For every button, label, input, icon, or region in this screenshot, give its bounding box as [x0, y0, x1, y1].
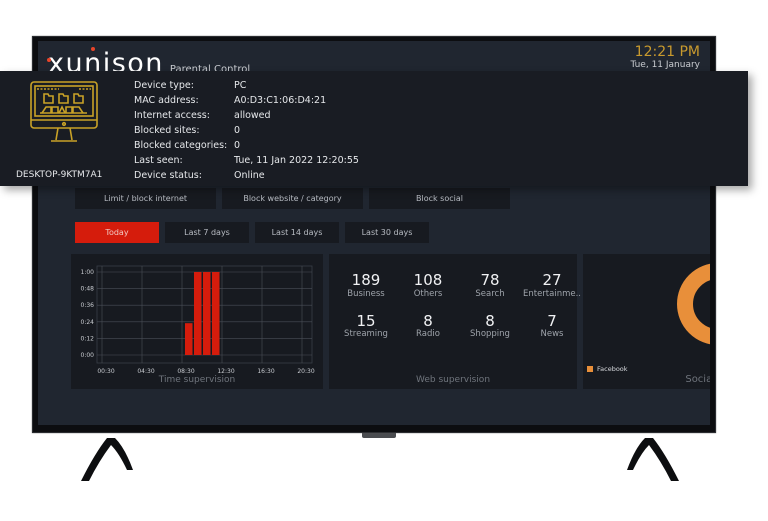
y-tick-label: 0:24	[81, 319, 95, 326]
social-panel: Facebook Social	[583, 254, 710, 389]
web-stat-item: 8 Radio	[397, 311, 459, 339]
info-value: allowed	[234, 110, 271, 121]
time-bar	[203, 272, 211, 355]
info-value: PC	[234, 80, 247, 91]
x-tick-label: 08:30	[177, 368, 194, 375]
desktop-computer-icon	[30, 81, 98, 142]
web-stat-label: News	[540, 329, 564, 339]
tab-last-14-days[interactable]: Last 14 days	[255, 222, 339, 243]
web-stat-label: Business	[347, 288, 385, 299]
y-tick-label: 0:00	[81, 352, 95, 359]
device-name: DESKTOP-9KTM7A1	[16, 170, 103, 180]
info-value: A0:D3:C1:06:D4:21	[234, 95, 327, 106]
info-label: Blocked categories:	[134, 140, 228, 151]
info-value: Online	[234, 170, 265, 181]
web-stat-label: Streaming	[344, 329, 388, 339]
tv-leg-left	[81, 438, 133, 481]
social-donut-chart	[677, 263, 710, 345]
limit-block-internet-button[interactable]: Limit / block internet	[75, 188, 216, 209]
info-label: Device status:	[134, 170, 202, 181]
web-stat-label: Shopping	[470, 329, 510, 339]
x-tick-label: 00:30	[97, 368, 114, 375]
block-website-category-button[interactable]: Block website / category	[222, 188, 363, 209]
block-social-button[interactable]: Block social	[369, 188, 510, 209]
y-tick-label: 0:48	[81, 286, 95, 293]
x-tick-label: 12:30	[217, 368, 234, 375]
web-stat-value: 7	[547, 311, 557, 330]
info-value: Tue, 11 Jan 2022 12:20:55	[234, 155, 359, 166]
web-stat-item: 8 Shopping	[459, 311, 521, 339]
web-stat-item: 108 Others	[397, 272, 459, 299]
web-stats-grid: 189 Business 108 Others 78 Search 27 Entertainm…	[335, 272, 583, 339]
web-stat-value: 8	[485, 311, 495, 330]
clock-time: 12:21 PM	[634, 44, 700, 60]
info-label: Last seen:	[134, 155, 183, 166]
time-bar	[185, 323, 193, 355]
x-tick-label: 04:30	[137, 368, 154, 375]
web-stat-label: Others	[413, 288, 443, 299]
brand-dot-icon	[91, 47, 95, 51]
info-label: Blocked sites:	[134, 125, 200, 136]
clock-date: Tue, 11 January	[630, 60, 700, 71]
web-stat-value: 189	[351, 271, 381, 289]
legend-label-facebook: Facebook	[597, 365, 628, 373]
web-stat-value: 27	[542, 271, 562, 289]
stage: xunison Parental Control 12:21 PM Tue, 1…	[0, 0, 768, 521]
device-info-popup: DESKTOP-9KTM7A1 Device type: PC MAC addres…	[0, 71, 748, 186]
web-stat-value: 78	[480, 271, 500, 289]
time-bar	[212, 272, 220, 355]
tab-today[interactable]: Today	[75, 222, 159, 243]
web-stat-item: 15 Streaming	[335, 311, 397, 339]
web-supervision-panel: 189 Business 108 Others 78 Search 27 Entertainm…	[329, 254, 581, 389]
web-stat-label: Search	[475, 288, 505, 299]
web-supervision-caption: Web supervision	[415, 375, 491, 385]
tv-stand-center	[362, 433, 396, 438]
web-stat-value: 8	[423, 311, 433, 330]
y-tick-label: 0:12	[81, 335, 95, 342]
legend-swatch-facebook	[587, 366, 593, 372]
info-label: Device type:	[134, 80, 194, 91]
info-value: 0	[234, 125, 241, 136]
web-stat-item: 78 Search	[459, 272, 521, 299]
info-label: MAC address:	[134, 95, 199, 106]
donut-slice-facebook	[677, 263, 710, 345]
info-value: 0	[234, 140, 241, 151]
clock: 12:21 PM Tue, 11 January	[630, 44, 700, 71]
web-stat-item: 27 Entertainme..	[521, 272, 583, 299]
x-tick-label: 20:30	[297, 368, 314, 375]
tv-leg-right	[627, 438, 679, 481]
tab-last-7-days[interactable]: Last 7 days	[165, 222, 249, 243]
info-label: Internet access:	[134, 110, 210, 121]
social-legend: Facebook	[587, 365, 628, 373]
x-tick-label: 16:30	[257, 368, 274, 375]
web-stat-label: Radio	[416, 329, 440, 339]
y-tick-label: 0:36	[81, 302, 95, 309]
web-stat-item: 7 News	[521, 311, 583, 339]
web-stat-value: 108	[413, 271, 443, 289]
web-stat-item: 189 Business	[335, 272, 397, 299]
web-stat-value: 15	[356, 311, 376, 330]
time-supervision-chart: 0:00 0:12 0:24 0:36 0:48 1:00 00:30 04:30 08:30 1…	[81, 265, 315, 375]
device-info-list: Device type: PC MAC address: A0:D3:C1:06:D4…	[134, 79, 394, 183]
tab-last-30-days[interactable]: Last 30 days	[345, 222, 429, 243]
time-supervision-panel: 0:00 0:12 0:24 0:36 0:48 1:00 00:30 04:30 08:30 1…	[71, 254, 323, 389]
brand-dot-icon	[47, 58, 51, 62]
web-stat-label: Entertainme..	[522, 288, 582, 299]
time-bar	[194, 272, 202, 355]
y-tick-label: 1:00	[81, 269, 95, 276]
range-tabs: Today Last 7 days Last 14 days Last 30 d…	[75, 222, 429, 243]
action-buttons: Limit / block internet Block website / c…	[75, 188, 510, 209]
time-supervision-caption: Time supervision	[158, 375, 236, 385]
social-caption: Social	[685, 374, 710, 385]
